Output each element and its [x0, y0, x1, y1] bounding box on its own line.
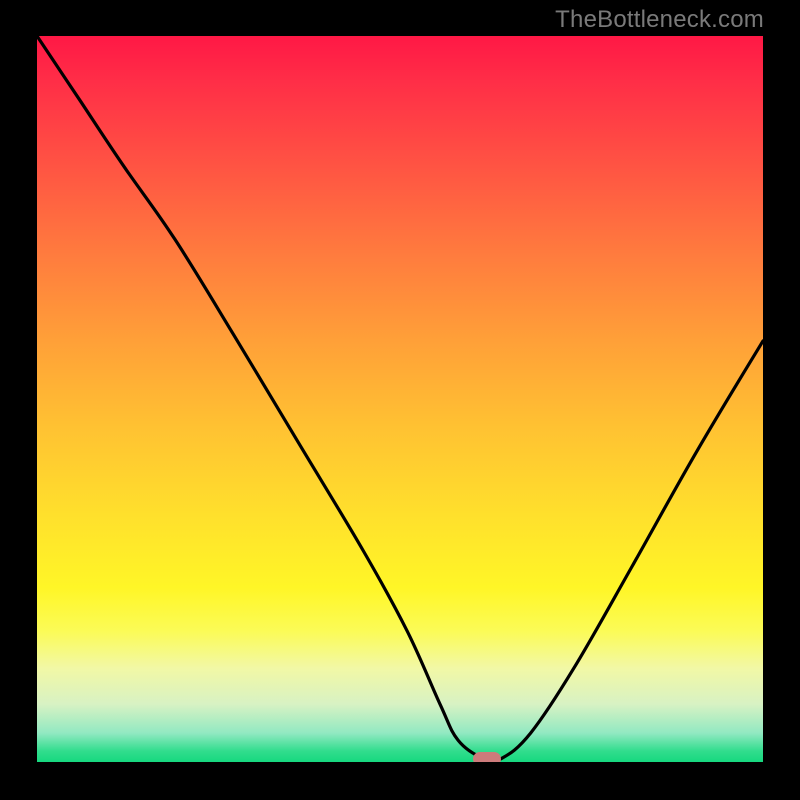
plot-area: [37, 36, 763, 762]
watermark-text: TheBottleneck.com: [555, 6, 764, 34]
optimum-marker: [473, 752, 501, 762]
bottleneck-curve: [37, 36, 763, 762]
chart-frame: TheBottleneck.com: [0, 0, 800, 800]
